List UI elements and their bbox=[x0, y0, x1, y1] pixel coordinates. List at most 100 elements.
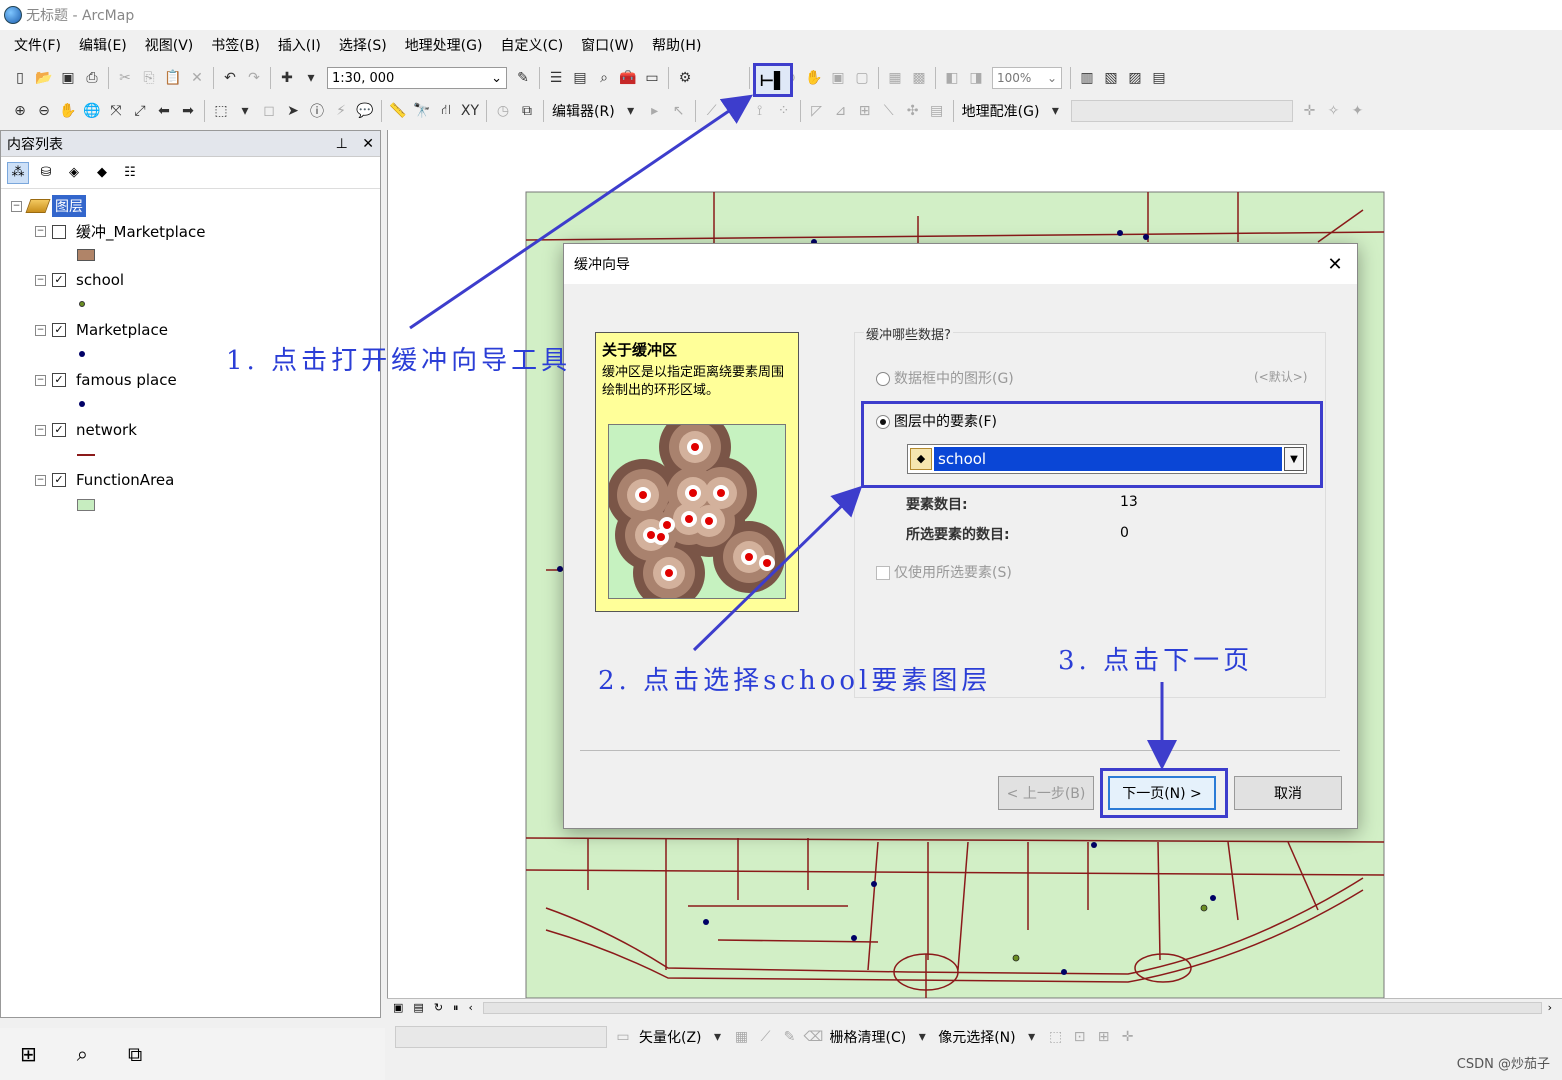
collapse-icon[interactable]: − bbox=[35, 274, 46, 286]
select-connected-cells-icon[interactable]: ⬚ bbox=[1046, 1027, 1066, 1047]
forward-extent-layout-icon[interactable]: ◨ bbox=[966, 68, 986, 88]
menu-selection[interactable]: 选择(S) bbox=[339, 35, 387, 55]
back-extent-layout-icon[interactable]: ◧ bbox=[942, 68, 962, 88]
move-cells-icon[interactable]: ✛ bbox=[1118, 1027, 1138, 1047]
shift-georef-icon[interactable]: ✦ bbox=[1347, 101, 1367, 121]
edit-annotation-icon[interactable]: ↖ bbox=[669, 101, 689, 121]
option-graphics-radio[interactable]: 数据框中的图形(G) bbox=[876, 368, 1014, 388]
layer-visibility-checkbox[interactable]: ✓ bbox=[52, 373, 66, 387]
pin-icon[interactable]: ⊥ bbox=[336, 136, 348, 152]
menu-geoprocessing[interactable]: 地理处理(G) bbox=[405, 35, 483, 55]
layer-root[interactable]: − 图层 bbox=[11, 195, 86, 217]
georeferencing-menu[interactable]: 地理配准(G) bbox=[962, 101, 1040, 121]
line-tool-icon[interactable]: ⟋ bbox=[756, 1027, 776, 1047]
search-window-icon[interactable]: ⌕ bbox=[594, 68, 614, 88]
find-icon[interactable]: 🔭 bbox=[412, 101, 432, 121]
rotate-icon[interactable]: ✣ bbox=[903, 101, 923, 121]
edit-vertices-icon[interactable]: ◸ bbox=[807, 101, 827, 121]
pause-drawing-icon[interactable]: ⏸ bbox=[453, 1001, 459, 1015]
add-cells-icon[interactable]: ⊞ bbox=[1094, 1027, 1114, 1047]
list-by-source-icon[interactable]: ⛁ bbox=[35, 162, 57, 184]
straight-segment-icon[interactable]: ⟋ bbox=[702, 101, 722, 121]
redo-icon[interactable]: ↷ bbox=[244, 68, 264, 88]
list-by-selection-icon[interactable]: ◆ bbox=[91, 162, 113, 184]
raster-tool-icon[interactable]: ▦ bbox=[732, 1027, 752, 1047]
raster-layer-combo[interactable] bbox=[395, 1026, 607, 1048]
raster-cleanup-menu[interactable]: 栅格清理(C) bbox=[830, 1027, 907, 1047]
vectorize-settings-icon[interactable]: ▭ bbox=[613, 1027, 633, 1047]
copy-icon[interactable]: ⎘ bbox=[139, 68, 159, 88]
zoom-whole-page-icon[interactable]: ▢ bbox=[852, 68, 872, 88]
zoom-in-icon[interactable]: ⊕ bbox=[10, 101, 30, 121]
back-button[interactable]: < 上一步(B) bbox=[998, 776, 1094, 810]
forward-extent-icon[interactable]: ➡ bbox=[178, 101, 198, 121]
toggle-draft-mode-icon[interactable]: ▥ bbox=[1077, 68, 1097, 88]
collapse-icon[interactable]: − bbox=[35, 374, 46, 386]
point-icon[interactable]: ⁘ bbox=[774, 101, 794, 121]
time-slider-icon[interactable]: ◷ bbox=[493, 101, 513, 121]
html-popup-icon[interactable]: 💬 bbox=[355, 101, 375, 121]
rotate-georef-icon[interactable]: ✧ bbox=[1323, 101, 1343, 121]
editor-menu[interactable]: 编辑器(R) bbox=[552, 101, 615, 121]
layout-view-icon[interactable]: ▤ bbox=[413, 1001, 423, 1014]
fixed-zoom-in-icon[interactable]: ⤧ bbox=[106, 101, 126, 121]
editor-toolbar-icon[interactable]: ✎ bbox=[513, 68, 533, 88]
cut-icon[interactable]: ✂ bbox=[115, 68, 135, 88]
layer-marketplace[interactable]: − ✓ Marketplace bbox=[35, 321, 168, 339]
cell-selection-menu[interactable]: 像元选择(N) bbox=[938, 1027, 1015, 1047]
go-to-xy-icon[interactable]: XY bbox=[460, 101, 480, 121]
add-data-icon[interactable]: ✚ bbox=[277, 68, 297, 88]
collapse-icon[interactable]: − bbox=[11, 200, 22, 212]
chevron-down-icon[interactable]: ▾ bbox=[621, 101, 641, 121]
menu-help[interactable]: 帮助(H) bbox=[652, 35, 701, 55]
menu-view[interactable]: 视图(V) bbox=[145, 35, 194, 55]
paste-icon[interactable]: 📋 bbox=[163, 68, 183, 88]
scroll-right-icon[interactable]: › bbox=[1548, 1001, 1552, 1014]
chevron-down-icon[interactable]: ▾ bbox=[235, 101, 255, 121]
catalog-icon[interactable]: ▤ bbox=[570, 68, 590, 88]
hyperlink-icon[interactable]: ⚡ bbox=[331, 101, 351, 121]
layer-school[interactable]: − ✓ school bbox=[35, 271, 124, 289]
endpoint-arc-icon[interactable]: ⌒ bbox=[726, 101, 746, 121]
new-document-icon[interactable]: ▯ bbox=[10, 68, 30, 88]
cancel-button[interactable]: 取消 bbox=[1234, 776, 1342, 810]
full-extent-icon[interactable]: 🌐 bbox=[82, 101, 102, 121]
data-view-icon[interactable]: ▣ bbox=[393, 1001, 403, 1014]
fixed-zoom-out-icon[interactable]: ⤢ bbox=[130, 101, 150, 121]
interactive-select-icon[interactable]: ⊡ bbox=[1070, 1027, 1090, 1047]
layer-buffer-marketplace[interactable]: − 缓冲_Marketplace bbox=[35, 221, 205, 242]
collapse-icon[interactable]: − bbox=[35, 474, 46, 486]
layer-famous-place[interactable]: − ✓ famous place bbox=[35, 371, 177, 389]
layer-network[interactable]: − ✓ network bbox=[35, 421, 137, 439]
menu-insert[interactable]: 插入(I) bbox=[278, 35, 321, 55]
menu-file[interactable]: 文件(F) bbox=[14, 35, 61, 55]
table-of-contents-icon[interactable]: ☰ bbox=[546, 68, 566, 88]
toolbox-icon[interactable]: 🧰 bbox=[618, 68, 638, 88]
full-extent-layout-icon[interactable]: ▣ bbox=[828, 68, 848, 88]
collapse-icon[interactable]: − bbox=[35, 324, 46, 336]
task-view-icon[interactable]: ⧉ bbox=[128, 1042, 142, 1066]
close-icon[interactable]: ✕ bbox=[362, 136, 374, 152]
data-driven-pages-icon[interactable]: ▤ bbox=[1149, 68, 1169, 88]
zoom-out-icon[interactable]: ⊖ bbox=[34, 101, 54, 121]
reshape-icon[interactable]: ⊿ bbox=[831, 101, 851, 121]
chevron-down-icon[interactable]: ▾ bbox=[708, 1027, 728, 1047]
refresh-icon[interactable]: ↻ bbox=[434, 1001, 443, 1014]
delete-icon[interactable]: ✕ bbox=[187, 68, 207, 88]
collapse-icon[interactable]: − bbox=[35, 424, 46, 436]
chevron-down-icon[interactable]: ▾ bbox=[912, 1027, 932, 1047]
back-extent-icon[interactable]: ⬅ bbox=[154, 101, 174, 121]
menu-bookmarks[interactable]: 书签(B) bbox=[211, 35, 260, 55]
find-route-icon[interactable]: ⛙ bbox=[436, 101, 456, 121]
split-icon[interactable]: ⟍ bbox=[879, 101, 899, 121]
trace-icon[interactable]: ⟟ bbox=[750, 101, 770, 121]
measure-icon[interactable]: 📏 bbox=[388, 101, 408, 121]
layer-functionarea[interactable]: − ✓ FunctionArea bbox=[35, 471, 174, 489]
scroll-left-icon[interactable]: ‹ bbox=[469, 1001, 473, 1014]
list-by-visibility-icon[interactable]: ◈ bbox=[63, 162, 85, 184]
zoom-layout-icon[interactable]: ▩ bbox=[909, 68, 929, 88]
pan-layout-icon[interactable]: ✋ bbox=[804, 68, 824, 88]
add-control-points-icon[interactable]: ✛ bbox=[1299, 101, 1319, 121]
windows-start-icon[interactable]: ⊞ bbox=[20, 1042, 37, 1066]
eraser-icon[interactable]: ⌫ bbox=[804, 1027, 824, 1047]
